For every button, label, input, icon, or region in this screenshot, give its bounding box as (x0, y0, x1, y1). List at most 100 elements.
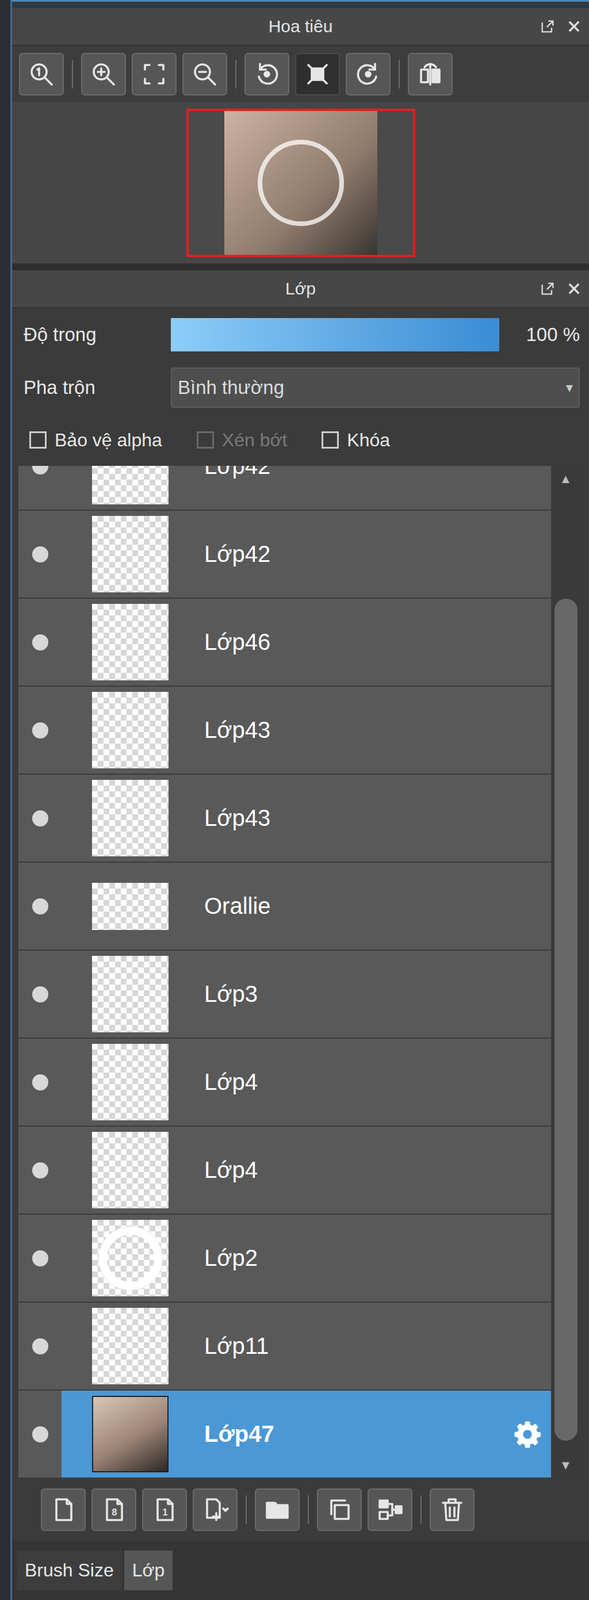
layer-row[interactable]: Lớp42 (18, 510, 552, 598)
popout-icon[interactable] (539, 18, 556, 35)
layer-thumbnail (92, 1219, 169, 1297)
layer-row[interactable]: Orallie (18, 862, 552, 950)
rotate-right-button[interactable] (345, 52, 391, 96)
layer-row[interactable]: Lớp11 (18, 1302, 552, 1390)
panel-controls (539, 270, 583, 308)
visibility-toggle[interactable] (18, 1214, 62, 1302)
separator (235, 59, 237, 89)
opacity-slider[interactable] (170, 318, 500, 352)
layer-body[interactable]: Lớp43 (61, 686, 552, 774)
layer-thumbnail (92, 1131, 169, 1209)
layer-body[interactable]: Lớp4 (61, 1038, 552, 1126)
gear-icon[interactable] (511, 1419, 543, 1451)
checkbox[interactable]: Bảo vệ alpha (29, 429, 163, 451)
tab[interactable]: Brush Size (16, 1550, 122, 1591)
layer-toolbar: 81 (12, 1478, 589, 1541)
fit-button[interactable] (131, 52, 177, 96)
layer-body[interactable]: Lớp47 (61, 1390, 552, 1478)
layer-thumbnail (92, 465, 169, 505)
layer-name: Lớp46 (204, 629, 543, 656)
checkbox[interactable]: Khóa (321, 429, 390, 451)
visibility-icon (32, 634, 49, 651)
zoom-actual-button[interactable] (18, 52, 64, 96)
layer-name: Lớp42 (204, 465, 543, 480)
layer-name: Lớp3 (204, 981, 543, 1008)
duplicate-button[interactable] (316, 1488, 362, 1532)
navigator-toolbar (12, 46, 589, 103)
flip-button[interactable] (407, 52, 453, 96)
layer-body[interactable]: Lớp3 (61, 950, 552, 1038)
dropdown-arrow: ▾ (565, 379, 573, 396)
visibility-icon (32, 465, 49, 475)
layer-row[interactable]: Lớp2 (18, 1214, 552, 1302)
scrollbar[interactable]: ▲ ▼ (552, 465, 579, 1479)
merge-button[interactable] (367, 1488, 413, 1532)
blend-dropdown[interactable]: Bình thường ▾ (170, 367, 580, 408)
panel-controls (539, 8, 583, 45)
layer-row[interactable]: Lớp4 (18, 1126, 552, 1214)
visibility-icon (32, 810, 49, 827)
layer-body[interactable]: Orallie (61, 862, 552, 950)
layer-body[interactable]: Lớp4 (61, 1126, 552, 1214)
folder-button[interactable] (254, 1488, 300, 1532)
popout-icon[interactable] (539, 280, 556, 297)
rotate-left-button[interactable] (244, 52, 290, 96)
layer-8bit-button[interactable]: 8 (91, 1488, 137, 1532)
layer-name: Lớp47 (204, 1421, 477, 1448)
visibility-toggle[interactable] (18, 950, 62, 1038)
layer-row[interactable]: Lớp4 (18, 1038, 552, 1126)
new-layer-icon (49, 1496, 78, 1524)
checkbox-box (29, 431, 47, 449)
add-menu-icon (201, 1496, 229, 1524)
visibility-toggle[interactable] (18, 1302, 62, 1390)
visibility-toggle[interactable] (18, 598, 62, 686)
close-icon[interactable] (565, 280, 583, 297)
fit-screen-button[interactable] (295, 52, 340, 96)
visibility-toggle[interactable] (18, 862, 62, 950)
layer-row[interactable]: Lớp3 (18, 950, 552, 1038)
top-strip (12, 0, 589, 9)
scroll-up[interactable]: ▲ (559, 465, 573, 493)
app: Hoa tiêu Lớp Độ trong 100 % Pha trộn Bìn… (0, 0, 589, 1600)
layers-panel: Lớp Độ trong 100 % Pha trộn Bình thường … (12, 270, 589, 1541)
zoom-in-button[interactable] (81, 52, 126, 96)
layer-1bit-button[interactable]: 1 (142, 1488, 187, 1532)
layer-thumbnail (92, 1043, 169, 1121)
zoom-out-button[interactable] (182, 52, 228, 96)
visibility-toggle[interactable] (18, 1126, 62, 1214)
layer-thumbnail (92, 1395, 169, 1473)
visibility-toggle[interactable] (18, 1390, 62, 1478)
layer-name: Orallie (204, 893, 543, 920)
layer-row[interactable]: Lớp46 (18, 598, 552, 686)
delete-button[interactable] (429, 1488, 475, 1532)
visibility-toggle[interactable] (18, 1038, 62, 1126)
layer-body[interactable]: Lớp11 (61, 1302, 552, 1390)
layer-body[interactable]: Lớp46 (61, 598, 552, 686)
layer-row[interactable]: Lớp42 (18, 465, 552, 510)
new-layer-button[interactable] (40, 1488, 86, 1532)
separator (307, 1495, 309, 1525)
scroll-down[interactable]: ▼ (559, 1452, 573, 1479)
close-icon[interactable] (565, 18, 583, 35)
visibility-toggle[interactable] (18, 510, 62, 598)
scroll-track (552, 492, 579, 1453)
visibility-toggle[interactable] (18, 465, 62, 510)
layer-name: Lớp43 (204, 717, 543, 744)
layer-body[interactable]: Lớp42 (61, 510, 552, 598)
layer-body[interactable]: Lớp43 (61, 774, 552, 862)
layer-row[interactable]: Lớp43 (18, 774, 552, 862)
layer-body[interactable]: Lớp2 (61, 1214, 552, 1302)
tab[interactable]: Lớp (124, 1550, 174, 1591)
opacity-row: Độ trong 100 % (12, 308, 589, 362)
layer-thumbnail (92, 603, 169, 681)
preview-frame[interactable] (186, 108, 416, 258)
panel-gap (12, 263, 589, 271)
scroll-thumb[interactable] (554, 598, 578, 1441)
left-edge (0, 0, 13, 1600)
layer-row[interactable]: Lớp43 (18, 686, 552, 774)
visibility-toggle[interactable] (18, 774, 62, 862)
layer-row[interactable]: Lớp47 (18, 1390, 552, 1478)
visibility-toggle[interactable] (18, 686, 62, 774)
layer-body[interactable]: Lớp42 (61, 465, 552, 510)
add-menu-button[interactable] (192, 1488, 238, 1532)
